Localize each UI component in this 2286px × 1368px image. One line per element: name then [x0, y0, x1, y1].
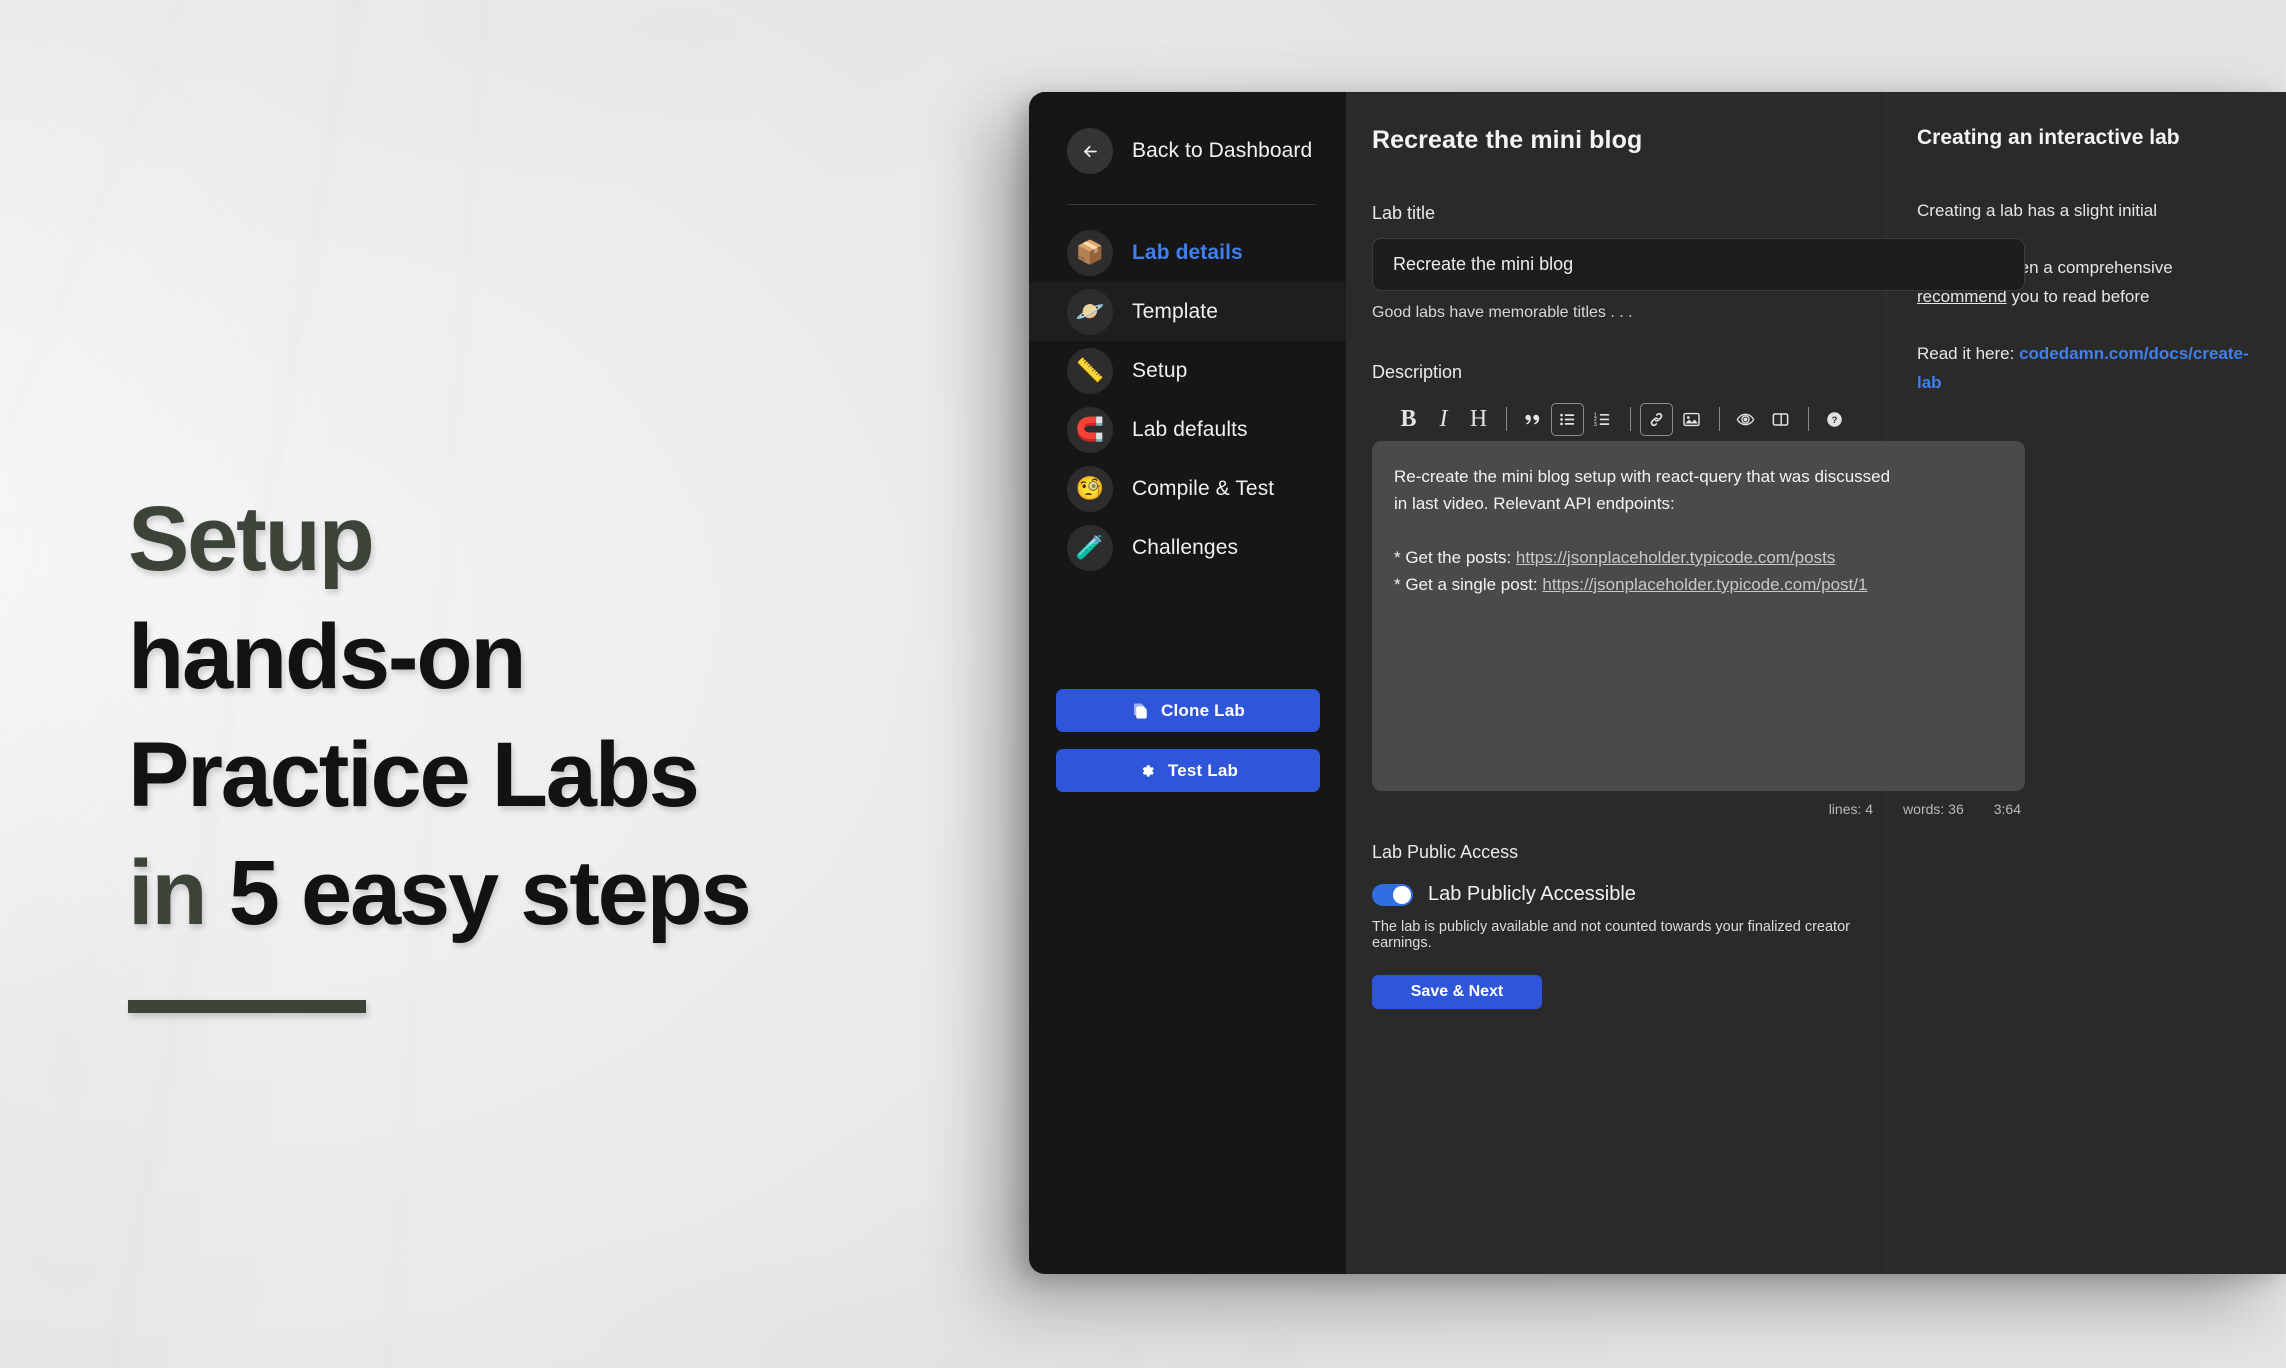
save-and-next-button[interactable]: Save & Next [1372, 975, 1542, 1009]
test-lab-label: Test Lab [1167, 760, 1239, 780]
hero-accent-rule [128, 1000, 366, 1013]
lab-public-access-row: Lab Publicly Accessible [1372, 883, 1886, 906]
image-icon[interactable] [1675, 403, 1708, 436]
help-docs-link-line1[interactable]: codedamn.com/docs/create- [2019, 344, 2249, 363]
sidebar-item-label: Lab details [1132, 240, 1243, 264]
lab-public-access-label: Lab Public Access [1372, 842, 1519, 862]
arrow-left-icon [1067, 128, 1113, 174]
ordered-list-icon[interactable]: 123 [1586, 403, 1619, 436]
sidebar-item-lab-defaults[interactable]: 🧲 Lab defaults [1029, 400, 1346, 459]
toggle-label: Lab Publicly Accessible [1428, 883, 1636, 905]
sidebar-item-label: Template [1132, 299, 1219, 323]
description-field-group: Description B I H 123 ? Re-create the mi… [1372, 362, 2025, 817]
lab-title-input[interactable] [1372, 238, 2025, 291]
main-content: Recreate the mini blog Lab title Good la… [1346, 92, 2025, 1274]
help-panel-title: Creating an interactive lab [1917, 126, 2180, 149]
preview-eye-icon[interactable] [1729, 403, 1762, 436]
lab-public-access-note: The lab is publicly available and not co… [1372, 919, 1850, 951]
bullet-1-label: * Get the posts: [1394, 548, 1516, 567]
hero-line-2: hands-on [128, 606, 527, 708]
link-icon[interactable] [1640, 402, 1673, 436]
hero-line-1: Setup [128, 480, 948, 598]
help-read-it-here-label: Read it here: [1917, 344, 2020, 363]
heading-icon[interactable]: H [1462, 403, 1495, 436]
test-lab-button[interactable]: Test Lab [1056, 749, 1320, 792]
description-line-1: Re-create the mini blog setup with react… [1394, 467, 1891, 486]
help-paragraph-2-b: you to read before [2006, 287, 2150, 306]
page-title: Recreate the mini blog [1372, 126, 1643, 154]
sidebar-item-compile-and-test[interactable]: 🧐 Compile & Test [1029, 459, 1346, 518]
toolbar-separator [1506, 407, 1507, 431]
svg-text:?: ? [1832, 415, 1838, 426]
planet-icon: 🪐 [1067, 288, 1113, 335]
sidebar-item-label: Challenges [1132, 535, 1239, 559]
unordered-list-icon[interactable] [1551, 402, 1584, 436]
help-question-icon[interactable]: ? [1818, 403, 1851, 436]
sidebar-item-lab-details[interactable]: 📦 Lab details [1029, 223, 1346, 282]
sidebar-divider [1067, 204, 1316, 205]
clone-lab-label: Clone Lab [1161, 700, 1245, 720]
sidebar: Back to Dashboard 📦 Lab details 🪐 Templa… [1029, 92, 1346, 1274]
hero-line-4-prefix: in [128, 842, 229, 944]
toolbar-separator [1808, 407, 1809, 431]
sidebar-item-template[interactable]: 🪐 Template [1029, 282, 1346, 341]
help-docs-link-line2[interactable]: lab [1917, 373, 1942, 392]
description-blank-line [1394, 517, 2003, 544]
description-editor[interactable]: Re-create the mini blog setup with react… [1372, 441, 2025, 791]
back-to-dashboard-label: Back to Dashboard [1132, 139, 1313, 162]
app-window: Back to Dashboard 📦 Lab details 🪐 Templa… [1029, 92, 2286, 1274]
copy-icon [1134, 703, 1147, 718]
lab-public-access-group: Lab Public Access Lab Publicly Accessibl… [1372, 842, 1886, 1009]
help-paragraph-3: Read it here: codedamn.com/docs/create-l… [1917, 339, 2256, 397]
markdown-toolbar: B I H 123 ? [1372, 397, 2025, 441]
gear-icon [1142, 764, 1154, 777]
package-box-icon: 📦 [1067, 229, 1113, 276]
hero-line-1-text: Setup [128, 488, 375, 590]
quote-icon[interactable] [1516, 403, 1549, 436]
toolbar-separator [1719, 407, 1720, 431]
magnet-icon: 🧲 [1067, 406, 1113, 453]
hero-heading-block: Setup hands-on Practice Labs in 5 easy s… [128, 480, 948, 1013]
lab-title-label: Lab title [1372, 203, 1436, 223]
svg-text:3: 3 [1594, 421, 1597, 427]
help-paragraph-1: Creating a lab has a slight initial [1917, 201, 2158, 220]
bullet-1-url[interactable]: https://jsonplaceholder.typicode.com/pos… [1516, 548, 1835, 567]
italic-icon[interactable]: I [1427, 403, 1460, 436]
description-line-2: in last video. Relevant API endpoints: [1394, 494, 1675, 513]
clone-lab-button[interactable]: Clone Lab [1056, 689, 1320, 732]
sidebar-item-challenges[interactable]: 🧪 Challenges [1029, 518, 1346, 577]
sidebar-nav: 📦 Lab details 🪐 Template 📏 Setup 🧲 Lab d… [1029, 223, 1346, 577]
sidebar-item-label: Setup [1132, 358, 1188, 382]
description-label: Description [1372, 362, 1463, 382]
lab-publicly-accessible-toggle[interactable] [1372, 883, 1413, 906]
hero-line-4-rest: 5 easy steps [228, 842, 752, 944]
description-bullet-1: * Get the posts: https://jsonplaceholder… [1394, 544, 2003, 571]
bullet-2-label: * Get a single post: [1394, 575, 1543, 594]
hero-line-3: Practice Labs [128, 724, 700, 826]
bullet-2-url[interactable]: https://jsonplaceholder.typicode.com/pos… [1542, 575, 1867, 594]
status-lines: lines: 4 [1828, 801, 1874, 817]
lab-title-helper-text: Good labs have memorable titles . . . [1372, 304, 1633, 321]
description-bullet-2: * Get a single post: https://jsonplaceho… [1394, 571, 2003, 598]
editor-status-bar: lines: 4 words: 36 3:64 [1372, 801, 2025, 817]
hero-line-4: in 5 easy steps [128, 834, 948, 952]
sidebar-action-buttons: Clone Lab Test Lab [1056, 689, 1320, 792]
monocle-face-icon: 🧐 [1067, 465, 1113, 512]
split-view-icon[interactable] [1764, 403, 1797, 436]
bold-icon[interactable]: B [1392, 403, 1425, 436]
lab-title-field-group: Lab title Good labs have memorable title… [1372, 203, 2025, 322]
status-cursor-position: 3:64 [1993, 801, 2021, 817]
toggle-knob [1393, 885, 1411, 904]
status-words: words: 36 [1903, 801, 1964, 817]
test-tube-icon: 🧪 [1067, 524, 1113, 571]
ruler-icon: 📏 [1067, 347, 1113, 394]
sidebar-item-label: Lab defaults [1132, 417, 1248, 441]
back-to-dashboard-button[interactable]: Back to Dashboard [1029, 120, 1346, 182]
sidebar-item-label: Compile & Test [1132, 476, 1275, 500]
toolbar-separator [1630, 407, 1631, 431]
sidebar-item-setup[interactable]: 📏 Setup [1029, 341, 1346, 400]
